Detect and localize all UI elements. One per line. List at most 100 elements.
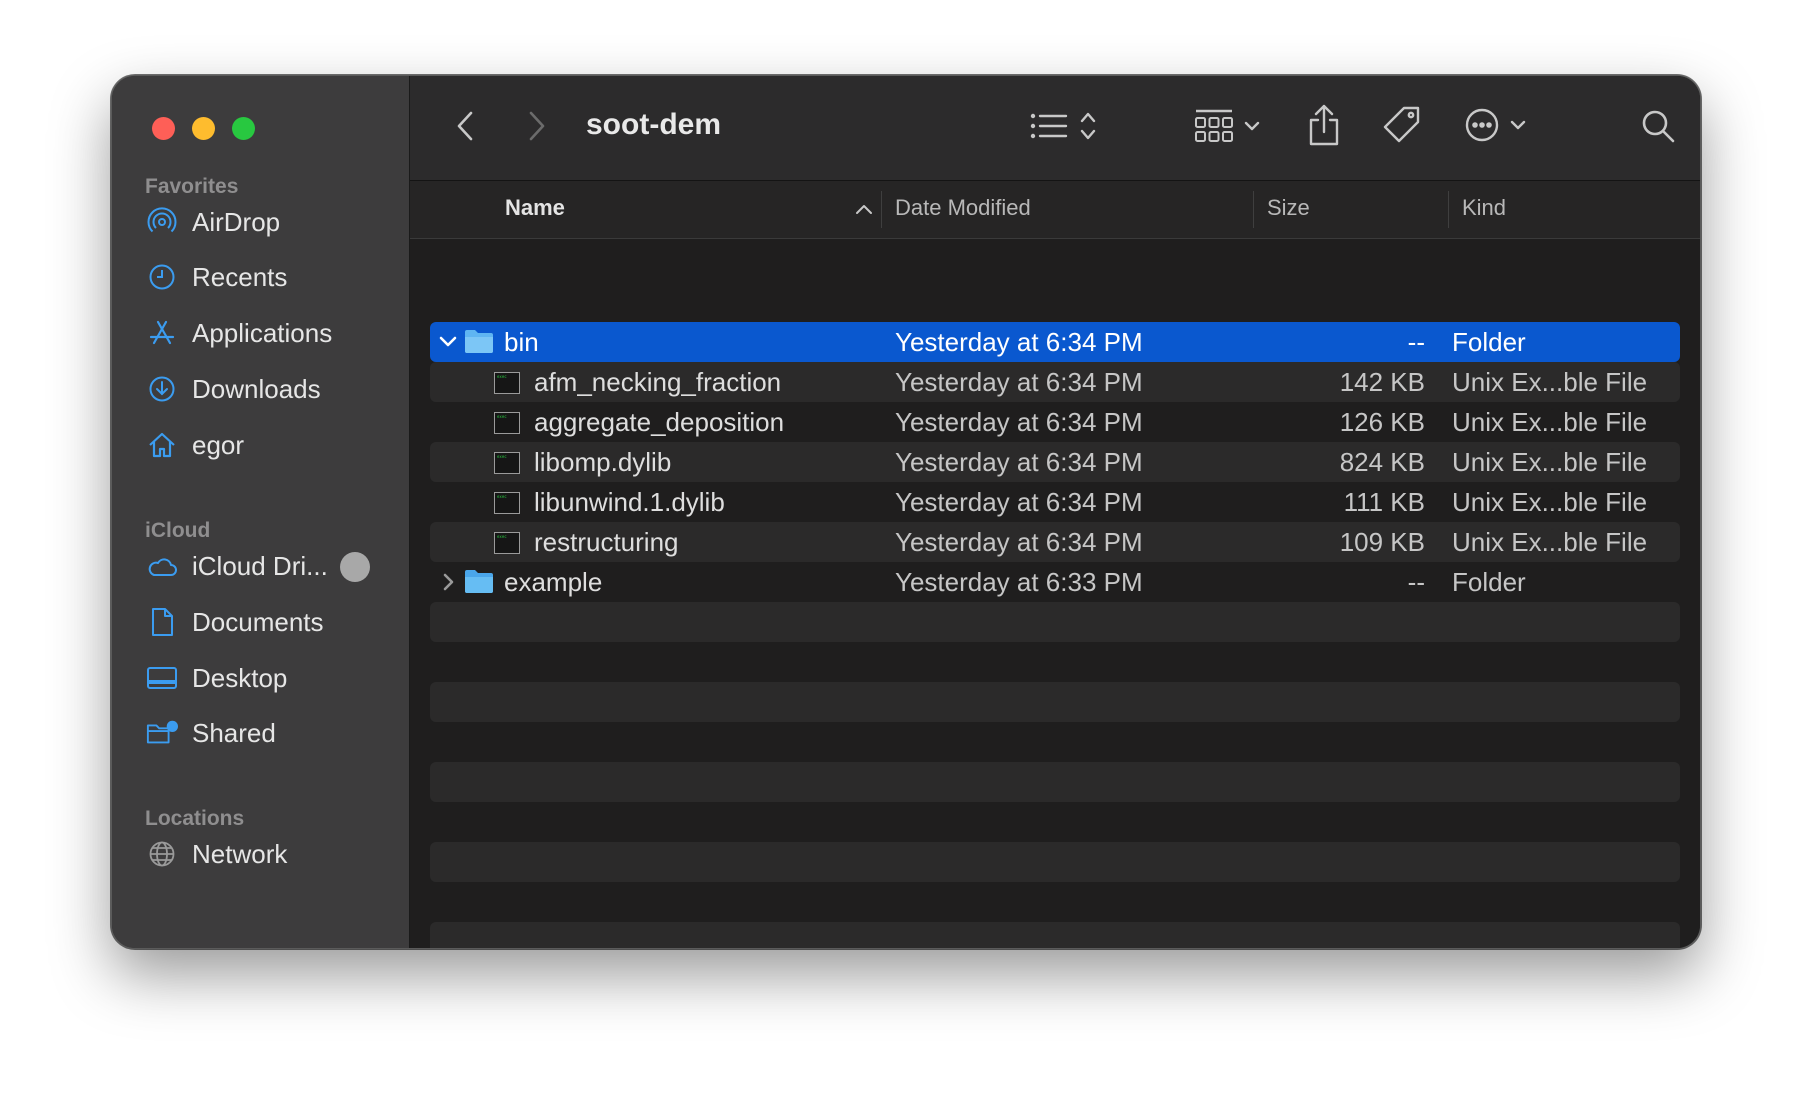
sidebar-item-label: Recents [192,261,288,292]
svg-text:exec: exec [497,534,507,539]
desktop-icon [146,662,178,694]
file-name: aggregate_deposition [534,407,785,437]
icloud-status-indicator [340,552,370,582]
chevron-right-icon [527,110,547,147]
sidebar-item-desktop[interactable]: Desktop [112,656,409,700]
file-date: Yesterday at 6:34 PM [895,447,1143,477]
tag-icon [1382,105,1422,150]
sidebar-item-label: Network [192,838,288,869]
file-name: example [504,567,603,597]
file-name: restructuring [534,527,679,557]
sort-updown-icon [1080,111,1096,146]
sidebar-item-airdrop[interactable]: AirDrop [112,200,409,244]
chevron-left-icon [455,110,475,147]
share-button[interactable] [1304,102,1344,152]
sidebar-section-favorites: Favorites [145,175,239,198]
table-row[interactable]: exec restructuring Yesterday at 6:34 PM … [430,522,1680,562]
toolbar: soot-dem [410,76,1700,181]
more-actions-button[interactable] [1458,104,1532,150]
search-button[interactable] [1636,106,1680,150]
list-view-icon [1030,111,1070,146]
column-divider[interactable] [1253,191,1254,228]
empty-row-stripe [430,842,1680,882]
folder-icon [464,568,494,594]
file-size: 142 KB [1339,367,1425,397]
sort-ascending-icon [855,202,873,220]
file-size: -- [1407,567,1425,597]
terminal-exec-icon: exec [494,450,520,474]
sidebar-item-network[interactable]: Network [112,832,409,876]
table-row[interactable]: bin Yesterday at 6:34 PM -- Folder [430,322,1680,362]
disclosure-triangle-expanded[interactable] [436,330,460,354]
group-button[interactable] [1190,106,1264,150]
share-icon [1307,103,1341,152]
column-divider[interactable] [881,191,882,228]
file-size: 824 KB [1339,447,1425,477]
grid-group-icon [1194,108,1234,149]
main-pane: soot-dem Name Date Modified Size Kind bi… [410,76,1700,948]
close-window-button[interactable] [152,117,175,140]
chevron-down-icon [1244,119,1260,137]
column-header-name[interactable]: Name [505,195,565,221]
sidebar-item-applications[interactable]: Applications [112,311,409,355]
cloud-icon [146,550,178,582]
column-header-size[interactable]: Size [1267,195,1310,221]
sidebar-item-label: Desktop [192,662,288,693]
file-name: libomp.dylib [534,447,672,477]
column-header-date-modified[interactable]: Date Modified [895,195,1031,221]
file-kind: Unix Ex...ble File [1452,527,1648,557]
table-row[interactable]: exec afm_necking_fraction Yesterday at 6… [430,362,1680,402]
file-date: Yesterday at 6:34 PM [895,327,1143,357]
column-header-kind[interactable]: Kind [1462,195,1506,221]
file-kind: Unix Ex...ble File [1452,487,1648,517]
finder-window: Favorites AirDrop Recents Applications D… [111,75,1701,949]
column-divider[interactable] [1448,191,1449,228]
terminal-exec-icon: exec [494,530,520,554]
shared-folder-icon [146,717,178,749]
file-size: 111 KB [1343,487,1425,517]
file-size: -- [1407,327,1425,357]
search-icon [1640,108,1676,149]
svg-text:exec: exec [497,374,507,379]
table-row[interactable]: example Yesterday at 6:33 PM -- Folder [430,562,1680,602]
file-date: Yesterday at 6:33 PM [895,567,1143,597]
zoom-window-button[interactable] [232,117,255,140]
sidebar-item-egor[interactable]: egor [112,423,409,467]
clock-icon [146,261,178,293]
table-row[interactable]: exec libunwind.1.dylib Yesterday at 6:34… [430,482,1680,522]
back-button[interactable] [448,108,482,148]
sidebar-item-label: Downloads [192,373,321,404]
tag-button[interactable] [1380,104,1424,150]
sidebar-item-icloud-drive[interactable]: iCloud Dri... [112,544,409,588]
view-options-button[interactable] [1023,106,1103,150]
file-kind: Unix Ex...ble File [1452,407,1648,437]
table-row[interactable]: exec libomp.dylib Yesterday at 6:34 PM 8… [430,442,1680,482]
sidebar-item-downloads[interactable]: Downloads [112,367,409,411]
chevron-down-icon [1510,118,1526,136]
sidebar-item-shared[interactable]: Shared [112,711,409,755]
empty-row-stripe [430,602,1680,642]
applications-icon [146,317,178,349]
empty-row-stripe [430,922,1680,948]
terminal-exec-icon: exec [494,410,520,434]
sidebar-item-recents[interactable]: Recents [112,255,409,299]
file-name: afm_necking_fraction [534,367,782,397]
terminal-exec-icon: exec [494,370,520,394]
file-size: 126 KB [1339,407,1425,437]
file-name: bin [504,327,539,357]
ellipsis-circle-icon [1464,107,1500,148]
window-title: soot-dem [586,108,721,141]
svg-text:exec: exec [497,414,507,419]
table-row[interactable]: exec aggregate_deposition Yesterday at 6… [430,402,1680,442]
sidebar-item-documents[interactable]: Documents [112,600,409,644]
svg-text:exec: exec [497,454,507,459]
forward-button[interactable] [520,108,554,148]
folder-icon [464,328,494,354]
file-date: Yesterday at 6:34 PM [895,487,1143,517]
disclosure-triangle-collapsed[interactable] [436,570,460,594]
empty-row-stripe [430,682,1680,722]
download-icon [146,373,178,405]
sidebar-section-locations: Locations [145,807,245,830]
minimize-window-button[interactable] [192,117,215,140]
airdrop-icon [146,206,178,238]
